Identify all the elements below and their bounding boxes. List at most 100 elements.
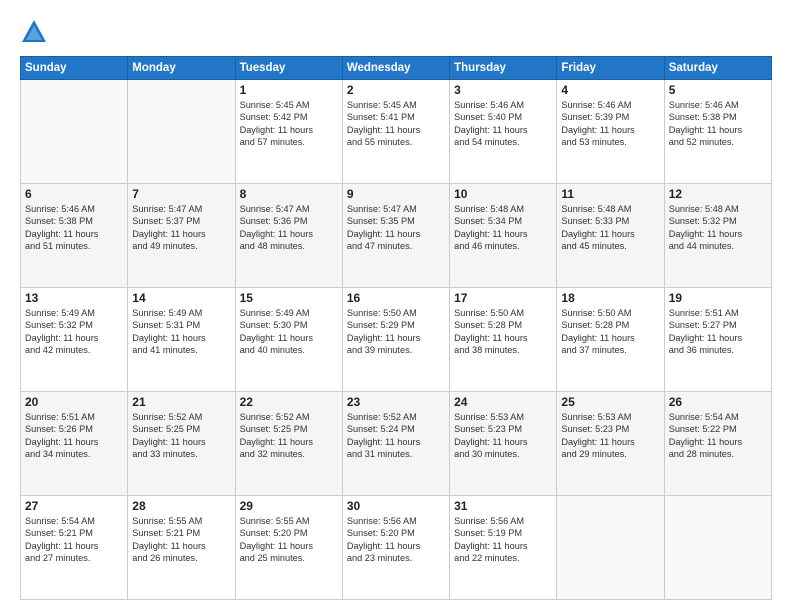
day-number: 6 [25,187,123,201]
day-info: Sunrise: 5:50 AM Sunset: 5:28 PM Dayligh… [561,307,659,357]
day-info: Sunrise: 5:52 AM Sunset: 5:24 PM Dayligh… [347,411,445,461]
calendar-header-row: SundayMondayTuesdayWednesdayThursdayFrid… [21,57,772,80]
calendar-header-wednesday: Wednesday [342,57,449,80]
logo-icon [20,18,48,46]
day-number: 13 [25,291,123,305]
day-number: 20 [25,395,123,409]
day-info: Sunrise: 5:46 AM Sunset: 5:39 PM Dayligh… [561,99,659,149]
day-info: Sunrise: 5:51 AM Sunset: 5:26 PM Dayligh… [25,411,123,461]
day-number: 17 [454,291,552,305]
calendar-cell: 4 Sunrise: 5:46 AM Sunset: 5:39 PM Daylig… [557,80,664,184]
calendar-cell [557,496,664,600]
day-number: 18 [561,291,659,305]
day-info: Sunrise: 5:49 AM Sunset: 5:30 PM Dayligh… [240,307,338,357]
calendar-cell: 20 Sunrise: 5:51 AM Sunset: 5:26 PM Dayli… [21,392,128,496]
day-number: 9 [347,187,445,201]
day-number: 15 [240,291,338,305]
calendar-cell: 29Sunrise: 5:55 AM Sunset: 5:20 PM Dayli… [235,496,342,600]
calendar-header-friday: Friday [557,57,664,80]
day-info: Sunrise: 5:52 AM Sunset: 5:25 PM Dayligh… [240,411,338,461]
calendar-cell [664,496,771,600]
calendar-header-thursday: Thursday [450,57,557,80]
calendar-cell: 23 Sunrise: 5:52 AM Sunset: 5:24 PM Dayli… [342,392,449,496]
day-number: 31 [454,499,552,513]
calendar-cell: 3 Sunrise: 5:46 AM Sunset: 5:40 PM Daylig… [450,80,557,184]
day-info: Sunrise: 5:45 AM Sunset: 5:41 PM Dayligh… [347,99,445,149]
calendar-cell: 25 Sunrise: 5:53 AM Sunset: 5:23 PM Dayli… [557,392,664,496]
day-number: 26 [669,395,767,409]
day-info: Sunrise: 5:53 AM Sunset: 5:23 PM Dayligh… [561,411,659,461]
day-info: Sunrise: 5:49 AM Sunset: 5:32 PM Dayligh… [25,307,123,357]
calendar-cell: 21 Sunrise: 5:52 AM Sunset: 5:25 PM Dayli… [128,392,235,496]
day-number: 5 [669,83,767,97]
calendar-week-row: 20 Sunrise: 5:51 AM Sunset: 5:26 PM Dayli… [21,392,772,496]
day-number: 25 [561,395,659,409]
day-info: Sunrise: 5:47 AM Sunset: 5:36 PM Dayligh… [240,203,338,253]
calendar-cell: 26 Sunrise: 5:54 AM Sunset: 5:22 PM Dayli… [664,392,771,496]
calendar-header-sunday: Sunday [21,57,128,80]
day-number: 27 [25,499,123,513]
day-number: 11 [561,187,659,201]
calendar-cell: 28 Sunrise: 5:55 AM Sunset: 5:21 PM Dayli… [128,496,235,600]
calendar-week-row: 6 Sunrise: 5:46 AM Sunset: 5:38 PM Daylig… [21,184,772,288]
calendar-cell: 7 Sunrise: 5:47 AM Sunset: 5:37 PM Daylig… [128,184,235,288]
day-info: Sunrise: 5:49 AM Sunset: 5:31 PM Dayligh… [132,307,230,357]
day-info: Sunrise: 5:47 AM Sunset: 5:37 PM Dayligh… [132,203,230,253]
calendar-cell: 17 Sunrise: 5:50 AM Sunset: 5:28 PM Dayli… [450,288,557,392]
day-info: Sunrise: 5:53 AM Sunset: 5:23 PM Dayligh… [454,411,552,461]
calendar-header-tuesday: Tuesday [235,57,342,80]
day-info: Sunrise: 5:55 AM Sunset: 5:21 PM Dayligh… [132,515,230,565]
day-info: Sunrise: 5:48 AM Sunset: 5:33 PM Dayligh… [561,203,659,253]
day-number: 8 [240,187,338,201]
calendar-cell: 12 Sunrise: 5:48 AM Sunset: 5:32 PM Dayli… [664,184,771,288]
day-info: Sunrise: 5:46 AM Sunset: 5:38 PM Dayligh… [25,203,123,253]
day-info: Sunrise: 5:46 AM Sunset: 5:40 PM Dayligh… [454,99,552,149]
calendar-cell: 16 Sunrise: 5:50 AM Sunset: 5:29 PM Dayli… [342,288,449,392]
calendar-cell: 6 Sunrise: 5:46 AM Sunset: 5:38 PM Daylig… [21,184,128,288]
day-number: 23 [347,395,445,409]
calendar-cell: 22Sunrise: 5:52 AM Sunset: 5:25 PM Dayli… [235,392,342,496]
day-info: Sunrise: 5:51 AM Sunset: 5:27 PM Dayligh… [669,307,767,357]
day-number: 16 [347,291,445,305]
day-info: Sunrise: 5:46 AM Sunset: 5:38 PM Dayligh… [669,99,767,149]
calendar-week-row: 1 Sunrise: 5:45 AM Sunset: 5:42 PM Daylig… [21,80,772,184]
calendar-header-monday: Monday [128,57,235,80]
day-number: 28 [132,499,230,513]
day-info: Sunrise: 5:50 AM Sunset: 5:29 PM Dayligh… [347,307,445,357]
calendar-table: SundayMondayTuesdayWednesdayThursdayFrid… [20,56,772,600]
calendar-cell [21,80,128,184]
day-number: 7 [132,187,230,201]
calendar-cell: 18 Sunrise: 5:50 AM Sunset: 5:28 PM Dayli… [557,288,664,392]
calendar-cell: 10Sunrise: 5:48 AM Sunset: 5:34 PM Dayli… [450,184,557,288]
day-number: 2 [347,83,445,97]
day-info: Sunrise: 5:50 AM Sunset: 5:28 PM Dayligh… [454,307,552,357]
day-info: Sunrise: 5:48 AM Sunset: 5:32 PM Dayligh… [669,203,767,253]
calendar-header-saturday: Saturday [664,57,771,80]
day-number: 12 [669,187,767,201]
day-info: Sunrise: 5:48 AM Sunset: 5:34 PM Dayligh… [454,203,552,253]
calendar-week-row: 27 Sunrise: 5:54 AM Sunset: 5:21 PM Dayli… [21,496,772,600]
logo [20,18,51,46]
header [20,18,772,46]
day-number: 14 [132,291,230,305]
calendar-cell: 24Sunrise: 5:53 AM Sunset: 5:23 PM Dayli… [450,392,557,496]
calendar-cell: 14 Sunrise: 5:49 AM Sunset: 5:31 PM Dayli… [128,288,235,392]
day-info: Sunrise: 5:52 AM Sunset: 5:25 PM Dayligh… [132,411,230,461]
page: SundayMondayTuesdayWednesdayThursdayFrid… [0,0,792,612]
day-info: Sunrise: 5:54 AM Sunset: 5:22 PM Dayligh… [669,411,767,461]
calendar-cell: 1 Sunrise: 5:45 AM Sunset: 5:42 PM Daylig… [235,80,342,184]
day-number: 3 [454,83,552,97]
calendar-cell: 27 Sunrise: 5:54 AM Sunset: 5:21 PM Dayli… [21,496,128,600]
calendar-cell: 31Sunrise: 5:56 AM Sunset: 5:19 PM Dayli… [450,496,557,600]
calendar-cell: 5 Sunrise: 5:46 AM Sunset: 5:38 PM Daylig… [664,80,771,184]
day-number: 29 [240,499,338,513]
day-info: Sunrise: 5:47 AM Sunset: 5:35 PM Dayligh… [347,203,445,253]
day-number: 21 [132,395,230,409]
day-number: 4 [561,83,659,97]
day-info: Sunrise: 5:56 AM Sunset: 5:20 PM Dayligh… [347,515,445,565]
day-info: Sunrise: 5:45 AM Sunset: 5:42 PM Dayligh… [240,99,338,149]
calendar-cell [128,80,235,184]
calendar-cell: 15 Sunrise: 5:49 AM Sunset: 5:30 PM Dayli… [235,288,342,392]
day-number: 1 [240,83,338,97]
day-info: Sunrise: 5:54 AM Sunset: 5:21 PM Dayligh… [25,515,123,565]
